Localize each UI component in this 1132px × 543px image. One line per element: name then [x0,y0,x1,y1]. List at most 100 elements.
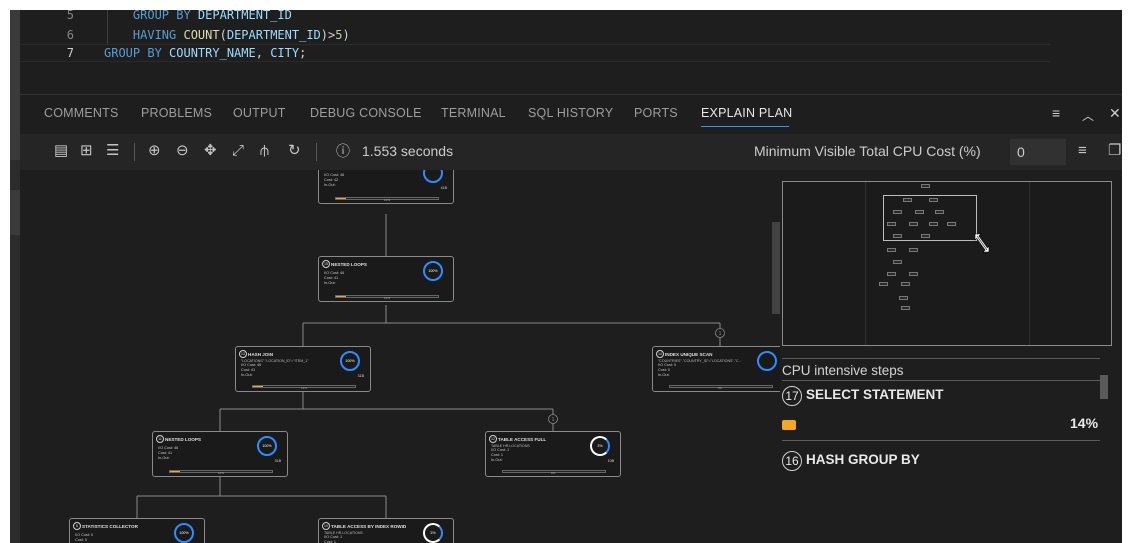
panel-divider[interactable] [20,94,1122,95]
plan-minimap[interactable] [782,181,1112,346]
tab-sql-history[interactable]: SQL HISTORY [528,106,613,120]
code-line[interactable]: 7 GROUP BY COUNTRY_NAME, CITY; [20,44,1020,62]
copy-icon[interactable]: ❐ [1108,142,1121,160]
plan-node-top[interactable]: I/O Cost: 46 Cost: 42 In-Out: 41B 14% [318,170,454,204]
zoom-out-icon[interactable]: ⊖ [176,142,189,160]
node-cost-bar: 0% [669,385,773,390]
explain-plan-toolbar: ▤ ⊞ ☰ ⊕ ⊖ ✥ ⤢ ⫛ ↻ ⓘ 1.553 seconds Minimu… [20,134,1122,170]
clear-icon[interactable]: ≡ [1052,105,1060,121]
tab-output[interactable]: OUTPUT [233,106,286,120]
code-token: CITY [270,46,300,60]
code-token: GROUP BY [104,46,170,60]
layout-tree-icon[interactable]: ⫛ [260,142,269,160]
tab-problems[interactable]: PROBLEMS [141,106,212,120]
code-text: GROUP BY COUNTRY_NAME, CITY; [104,44,306,62]
node-io-cost: I/O Cost: 46 [158,446,179,450]
divider [782,358,1100,359]
side-scrollbar[interactable] [1100,375,1108,399]
node-cost-bar: 14% [169,470,273,475]
minimap-node [915,210,924,214]
plan-node-tafull[interactable]: 12 TABLE ACCESS FULL TABLE HR.LOCATIONS I/O… [485,431,621,477]
node-bytes: 31B [274,459,281,463]
activity-bar-strip [10,190,20,235]
node-title: TABLE ACCESS BY INDEX ROWID [331,524,407,529]
activity-bar-strip [10,10,20,160]
node-id-badge: 14 [656,350,664,358]
plan-node-hash[interactable]: 13 HASH JOIN "LOCATIONS"."LOCATION_ID"="IT… [235,346,371,392]
minimap-divider [865,182,866,345]
node-cost-bar: 14% [252,385,356,390]
node-in-out: In-Out: [491,458,503,462]
node-cost-bar-label: 0% [718,385,723,390]
plan-canvas[interactable]: 1 1 I/O Cost: 46 Cost: 42 In-Out: 41B 14% 15 N… [20,170,780,543]
code-line[interactable]: 6 HAVING COUNT(DEPARTMENT_ID)>5) [20,26,1020,44]
node-cpu-ring-icon [423,170,443,183]
node-cpu-percent: 3% [430,531,436,535]
code-token: DEPARTMENT_ID [226,28,321,42]
node-cost: Cost: 42 [324,178,339,182]
maximize-panel-icon[interactable]: ︿ [1082,107,1094,124]
node-cost-bar: 0% [502,470,606,475]
node-cost-bar-fill [336,198,347,199]
code-editor[interactable]: 5 GROUP BY DEPARTMENT_ID 6 HAVING COUNT(D… [20,10,1122,94]
minimap-node [909,222,918,226]
toolbar-separator [316,143,317,161]
minimap-node [947,222,956,226]
node-cost: Cost: 0 [75,538,88,542]
table-view-icon[interactable]: ☰ [106,142,119,160]
node-cpu-ring-icon [757,351,777,371]
close-panel-icon[interactable]: ✕ [1109,105,1121,122]
node-cost: Cost: 41 [241,368,256,372]
node-cost-bar-label: 14% [301,385,308,390]
filter-icon[interactable]: ≡ [1078,142,1087,160]
tab-explain-plan[interactable]: EXPLAIN PLAN [701,106,792,120]
plan-node-rowid[interactable]: 10 TABLE ACCESS BY INDEX ROWID TABLE HR.LO… [318,518,454,543]
minimap-node [879,282,888,286]
node-cpu-ring-icon: 100% [340,351,360,371]
code-token: HAVING [104,28,184,42]
tab-ports[interactable]: PORTS [634,106,678,120]
zoom-in-icon[interactable]: ⊕ [148,142,161,160]
tab-comments[interactable]: COMMENTS [44,106,119,120]
node-cost-bar: 14% [335,197,439,202]
node-cost-bar: 14% [335,295,439,300]
edge-badge-label: 1 [552,417,555,423]
active-tab-underline [701,126,789,127]
info-icon: ⓘ [336,143,350,159]
pan-icon[interactable]: ✥ [204,142,217,160]
activity-bar-edge [10,10,20,543]
cpu-percent: 14% [1070,415,1099,431]
plan-node-nested2[interactable]: 11 NESTED LOOPS I/O Cost: 46 Cost: 41 In-Out… [152,431,288,477]
node-cpu-ring-icon: 100% [423,261,443,281]
minimap-node [887,272,896,276]
expand-icon[interactable]: ⤢ [232,142,244,160]
code-text: HAVING COUNT(DEPARTMENT_ID)>5) [104,26,350,44]
refresh-icon[interactable]: ↻ [288,142,301,160]
min-cost-label: Minimum Visible Total CPU Cost (%) [754,143,981,159]
tree-view-icon[interactable]: ⊞ [80,142,93,160]
node-cost-bar-label: 0% [551,470,556,475]
node-cost-bar-fill [253,386,264,387]
node-io-cost: I/O Cost: 1 [324,535,343,539]
plan-node-nested1[interactable]: 15 NESTED LOOPS I/O Cost: 46 Cost: 41 In-Out… [318,256,454,302]
panel-tabs: ≡ ︿ ✕ COMMENTS PROBLEMS OUTPUT DEBUG CONSOL… [20,100,1122,132]
minimap-node [893,260,902,264]
cpu-steps-title: CPU intensive steps [782,363,904,378]
node-in-out: In-Out: [324,183,336,187]
workbench: 5 GROUP BY DEPARTMENT_ID 6 HAVING COUNT(D… [10,10,1122,543]
code-line[interactable]: 5 GROUP BY DEPARTMENT_ID [20,10,1020,24]
node-id-badge: 13 [239,350,247,358]
plan-node-stats[interactable]: 8STATISTICS COLLECTORI/O Cost: 0Cost: 0I… [69,518,205,543]
node-io-cost: I/O Cost: 0 [75,533,94,537]
node-id-badge: 12 [489,435,497,443]
tab-terminal[interactable]: TERMINAL [441,106,506,120]
node-title: TABLE ACCESS FULL [498,437,547,442]
plan-node-iscan[interactable]: 14 INDEX UNIQUE SCAN "COUNTRIES"."COUNTRY_… [652,346,780,392]
elapsed-time: 1.553 seconds [362,143,454,159]
canvas-scrollbar[interactable] [772,222,780,314]
node-bytes: 41B [440,186,447,190]
min-cost-input[interactable] [1010,139,1066,165]
tab-debug-console[interactable]: DEBUG CONSOLE [310,106,422,120]
text-view-icon[interactable]: ▤ [54,142,68,160]
node-cpu-ring-icon: 3% [590,436,610,456]
